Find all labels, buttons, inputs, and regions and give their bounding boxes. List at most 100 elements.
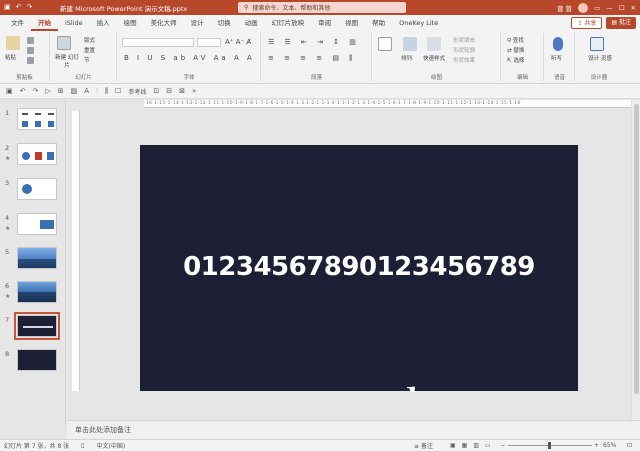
redo-icon[interactable]: ↷ xyxy=(33,87,39,95)
guides-checkbox-icon[interactable]: ☐ xyxy=(115,87,121,95)
cut-icon[interactable] xyxy=(27,37,34,44)
quick-styles-icon[interactable] xyxy=(427,37,441,51)
tab-view[interactable]: 视图 xyxy=(338,15,365,31)
vertical-scrollbar[interactable] xyxy=(631,100,640,420)
shape-fill-button[interactable]: 形状填充 xyxy=(453,36,475,44)
grid-icon[interactable]: ⊡ xyxy=(153,87,159,95)
ungroup-icon[interactable]: ⊠ xyxy=(179,87,185,95)
zoom-level[interactable]: 65% xyxy=(603,442,616,449)
tab-file[interactable]: 文件 xyxy=(4,15,31,31)
tab-slideshow[interactable]: 幻灯片放映 xyxy=(265,15,312,31)
save-icon[interactable]: ▣ xyxy=(4,4,11,11)
vertical-ruler[interactable] xyxy=(72,111,80,391)
ribbon-tabs: 文件 开始 iSlide 插入 绘图 美化大师 设计 切换 动画 幻灯片放映 审… xyxy=(0,15,640,31)
thumbnail-slide-2[interactable]: 2 ★ xyxy=(0,143,66,171)
format-painter-icon[interactable] xyxy=(27,57,34,64)
thumbnail-slide-3[interactable]: 3 xyxy=(0,178,66,206)
slide-editor: ·16·1·15·1·14·1·13·1·12·1·11·1·10·1·9·1·… xyxy=(67,100,640,420)
arrange-icon[interactable] xyxy=(403,37,417,51)
spellcheck-icon[interactable]: ▯ xyxy=(81,442,84,449)
tab-draw[interactable]: 绘图 xyxy=(117,15,144,31)
shapes-icon[interactable] xyxy=(378,37,392,51)
comment-button[interactable]: ▤ 批注 xyxy=(606,17,636,29)
reset-button[interactable]: 重置 xyxy=(84,46,95,54)
view-buttons-icon[interactable]: ▣▦▥▭ xyxy=(450,442,497,449)
undo-icon[interactable]: ↶ xyxy=(16,4,22,11)
search-box[interactable]: ⚲ 搜索命令、文本、帮助和其他 xyxy=(238,2,406,13)
image-icon[interactable]: ▨ xyxy=(71,87,78,95)
textbox-icon[interactable]: A xyxy=(84,87,89,95)
font-name-combo[interactable] xyxy=(122,38,194,47)
shape-effects-button[interactable]: 形状效果 xyxy=(453,56,475,64)
thumbnail-slide-8[interactable]: 8 xyxy=(0,349,66,377)
tab-beautify[interactable]: 美化大师 xyxy=(144,15,184,31)
tab-onekey[interactable]: OneKey Lite xyxy=(392,15,445,31)
align-icon[interactable]: ⫶ xyxy=(96,87,98,96)
new-slide-icon[interactable] xyxy=(57,36,71,50)
tab-review[interactable]: 审阅 xyxy=(311,15,338,31)
tab-transitions[interactable]: 切换 xyxy=(211,15,238,31)
slide-canvas[interactable]: 01234567890123456789 xyxy=(140,145,578,391)
comment-label: 批注 xyxy=(618,19,631,26)
zoom-out-icon[interactable]: − xyxy=(500,442,505,449)
list-icons[interactable]: ☰ ☰ ⇤ ⇥ ↕ ▥ xyxy=(268,38,360,46)
notes-icon: ≡ xyxy=(414,443,421,450)
avatar[interactable] xyxy=(578,2,589,13)
undo-icon[interactable]: ↶ xyxy=(20,87,26,95)
tab-islide[interactable]: iSlide xyxy=(58,15,90,31)
align-icons[interactable]: ≡ ≡ ≡ ≡ ▤ ⫼ xyxy=(268,54,356,63)
select-button[interactable]: ⇱ 选择 xyxy=(507,56,524,64)
save-icon[interactable]: ▣ xyxy=(6,87,13,95)
new-slide-label[interactable]: 新建 幻灯片 xyxy=(53,53,81,69)
thumbnail-slide-7[interactable]: 7 xyxy=(0,312,66,343)
find-button[interactable]: ⚲ 查找 xyxy=(507,36,524,44)
distribute-icon[interactable]: ⫼ xyxy=(105,87,108,96)
redo-icon[interactable]: ↷ xyxy=(27,4,33,11)
fit-slide-icon[interactable]: ⊡ xyxy=(627,442,632,449)
font-size-combo[interactable] xyxy=(197,38,221,47)
design-ideas-label[interactable]: 设计 灵感 xyxy=(584,54,616,62)
user-name[interactable]: 曾 曾 xyxy=(557,3,572,13)
more-icon[interactable]: » xyxy=(192,87,196,95)
shape-outline-button[interactable]: 形状轮廓 xyxy=(453,46,475,54)
thumbnail-slide-6[interactable]: 6 ★ xyxy=(0,281,66,309)
ribbon-display-icon[interactable]: ▭ xyxy=(594,4,600,12)
font-format-icons[interactable]: B I U S ab AV Aa A A xyxy=(124,54,255,62)
zoom-slider-thumb[interactable] xyxy=(548,442,551,449)
microphone-icon[interactable] xyxy=(553,37,563,51)
replace-button[interactable]: ⇄ 替换 xyxy=(507,46,524,54)
replace-label: 替换 xyxy=(513,48,525,54)
section-button[interactable]: 节 xyxy=(84,56,90,64)
design-ideas-icon[interactable] xyxy=(590,37,604,51)
notes-pane[interactable]: 单击此处添加备注 xyxy=(67,420,640,439)
horizontal-ruler[interactable]: ·16·1·15·1·14·1·13·1·12·1·11·1·10·1·9·1·… xyxy=(144,100,640,108)
grow-font-icon[interactable]: A⁺ A⁻ A̸ xyxy=(225,38,251,46)
copy-icon[interactable] xyxy=(27,47,34,54)
minimize-icon[interactable]: — xyxy=(606,4,613,12)
scrollbar-thumb[interactable] xyxy=(634,104,639,394)
tab-home[interactable]: 开始 xyxy=(31,15,58,31)
close-icon[interactable]: ✕ xyxy=(631,4,636,12)
table-icon[interactable]: ⊞ xyxy=(58,87,64,95)
tab-insert[interactable]: 插入 xyxy=(90,15,117,31)
tab-help[interactable]: 帮助 xyxy=(365,15,392,31)
paste-label: 粘贴 xyxy=(5,55,17,61)
notes-button[interactable]: ≡ 备注 xyxy=(414,441,433,450)
maximize-icon[interactable]: ☐ xyxy=(619,4,625,12)
tab-design[interactable]: 设计 xyxy=(184,15,211,31)
tab-animations[interactable]: 动画 xyxy=(238,15,265,31)
group-icon[interactable]: ⊟ xyxy=(166,87,172,95)
zoom-in-icon[interactable]: + xyxy=(594,442,599,449)
presentation-icon[interactable]: ▷ xyxy=(45,87,50,95)
slide-text[interactable]: 01234567890123456789 xyxy=(140,252,578,282)
share-button[interactable]: ⇪ 共享 xyxy=(571,17,603,29)
paste-icon[interactable] xyxy=(6,36,20,50)
notes-placeholder: 单击此处添加备注 xyxy=(75,426,131,434)
dictate-label[interactable]: 听写 xyxy=(551,54,562,62)
layout-button[interactable]: 版式 xyxy=(84,36,95,44)
thumbnail-slide-1[interactable]: 1 xyxy=(0,108,66,136)
thumbnail-slide-5[interactable]: 5 xyxy=(0,247,66,275)
thumbnail-slide-4[interactable]: 4 ★ xyxy=(0,213,66,241)
find-label: 查找 xyxy=(512,38,524,44)
language-label[interactable]: 中文(中国) xyxy=(96,441,125,450)
